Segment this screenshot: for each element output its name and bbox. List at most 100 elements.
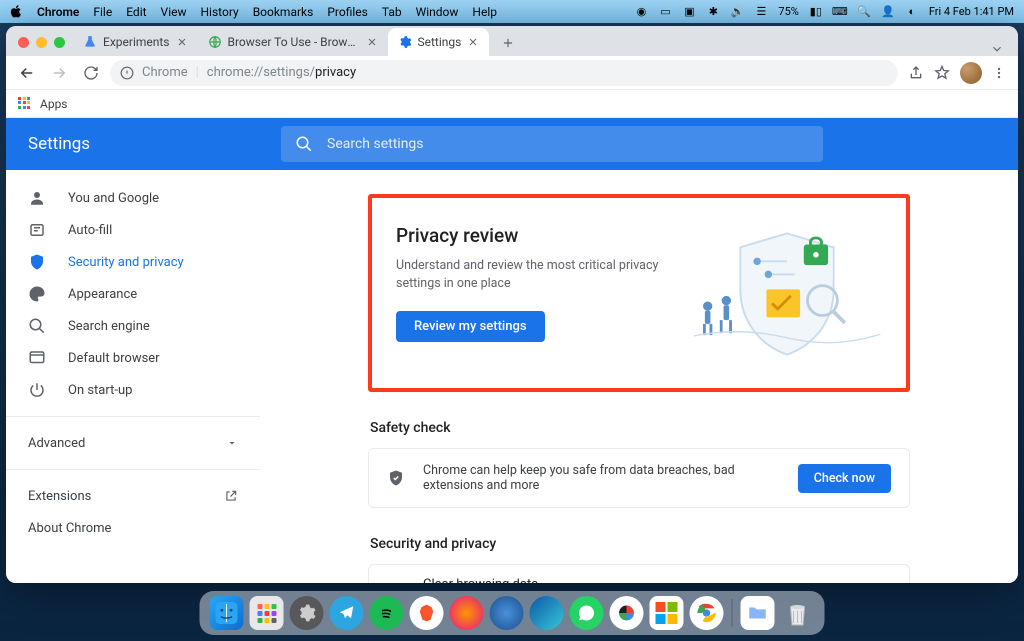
airdrop-icon[interactable]: ◉ [634,5,648,19]
sidebar-advanced[interactable]: Advanced [6,427,260,459]
menu-bookmarks[interactable]: Bookmarks [253,5,314,19]
sidebar-item-default-browser[interactable]: Default browser [6,342,260,374]
review-settings-button[interactable]: Review my settings [396,311,545,342]
autofill-icon [28,221,46,239]
minimize-window-button[interactable] [36,37,47,48]
search-icon [295,135,313,153]
reload-button[interactable] [78,60,104,86]
maximize-window-button[interactable] [54,37,65,48]
profile-avatar[interactable] [960,62,982,84]
back-button[interactable] [14,60,40,86]
close-tab-icon[interactable] [366,36,378,48]
settings-page: Settings You and Google [6,118,1018,583]
sidebar-item-search-engine[interactable]: Search engine [6,310,260,342]
page-title: Settings [6,134,281,154]
globe-icon [208,35,222,49]
screen-mirror-icon[interactable]: ▣ [682,5,696,19]
menu-help[interactable]: Help [472,5,497,19]
dock-launchpad[interactable] [250,596,284,630]
gear-icon [398,35,412,49]
tab-overflow-button[interactable] [990,42,1010,56]
apple-menu-icon[interactable] [10,5,23,18]
siri-icon[interactable]: ◐ [905,5,919,19]
dock-spotify[interactable] [370,596,404,630]
tab-label: Settings [418,35,462,49]
apps-label[interactable]: Apps [40,97,68,111]
new-tab-button[interactable] [495,30,521,56]
sidebar-item-on-startup[interactable]: On start-up [6,374,260,406]
menu-tab[interactable]: Tab [382,5,402,19]
battery-icon[interactable]: ▮▯ [809,5,823,19]
sidebar-about-chrome[interactable]: About Chrome [6,512,260,544]
display-icon[interactable]: ▭ [658,5,672,19]
privacy-review-title: Privacy review [396,224,692,247]
dock-finder[interactable] [210,596,244,630]
dock-brave[interactable] [410,596,444,630]
keyboard-icon[interactable]: ⌨ [833,5,847,19]
sidebar-item-autofill[interactable]: Auto-fill [6,214,260,246]
menu-history[interactable]: History [201,5,239,19]
users-icon[interactable]: 👤 [881,5,895,19]
browser-icon [28,349,46,367]
menu-window[interactable]: Window [416,5,459,19]
dock-chrome[interactable] [690,596,724,630]
dock-app-generic[interactable] [610,596,644,630]
search-input[interactable] [327,136,809,152]
dock-edge[interactable] [530,596,564,630]
volume-icon[interactable]: 🔊 [730,5,744,19]
bookmark-star-icon[interactable] [934,65,950,81]
close-window-button[interactable] [18,37,29,48]
sidebar-item-label: Security and privacy [68,255,184,270]
privacy-review-card: Privacy review Understand and review the… [368,194,910,392]
tab-settings[interactable]: Settings [388,28,490,56]
person-icon [28,189,46,207]
dock-microsoft[interactable] [650,596,684,630]
settings-search[interactable] [281,126,823,162]
sidebar-about-label: About Chrome [28,521,111,536]
apps-grid-icon[interactable] [18,97,32,111]
clear-data-title: Clear browsing data [423,577,627,583]
sidebar-divider [6,416,260,417]
dock-telegram[interactable] [330,596,364,630]
sidebar-extensions[interactable]: Extensions [6,480,260,512]
bluetooth-icon[interactable]: ✱ [706,5,720,19]
sidebar-item-you-and-google[interactable]: You and Google [6,182,260,214]
tab-browser-tips[interactable]: Browser To Use - Browser Tips [198,28,388,56]
address-bar[interactable]: Chrome | chrome://settings/privacy [110,60,898,86]
sidebar-item-security-privacy[interactable]: Security and privacy [6,246,260,278]
privacy-illustration [692,224,882,364]
app-name[interactable]: Chrome [37,5,79,19]
close-tab-icon[interactable] [176,36,188,48]
dock-firefox[interactable] [450,596,484,630]
menu-edit[interactable]: Edit [126,5,146,19]
menu-profiles[interactable]: Profiles [327,5,368,19]
datetime[interactable]: Fri 4 Feb 1:41 PM [929,5,1014,18]
dock-firefox-dev[interactable] [490,596,524,630]
check-now-button[interactable]: Check now [798,464,891,493]
url-path: privacy [315,65,356,80]
macos-menubar: Chrome File Edit View History Bookmarks … [0,0,1024,23]
dock-settings[interactable] [290,596,324,630]
settings-main: Privacy review Understand and review the… [260,170,1018,583]
close-tab-icon[interactable] [467,36,479,48]
tab-experiments[interactable]: Experiments [73,28,198,56]
clear-browsing-data-row[interactable]: Clear browsing data Clear history, cooki… [369,565,909,583]
control-center-icon[interactable]: ☰ [754,5,768,19]
dock-whatsapp[interactable] [570,596,604,630]
bookmarks-bar: Apps [6,90,1018,118]
dock-folder[interactable] [741,596,775,630]
forward-button[interactable] [46,60,72,86]
dock-trash[interactable] [781,596,815,630]
search-icon [28,317,46,335]
menu-view[interactable]: View [161,5,187,19]
power-icon [28,381,46,399]
share-icon[interactable] [908,65,924,81]
site-info-icon[interactable] [120,66,134,80]
kebab-menu-icon[interactable] [992,66,1006,80]
safety-check-card: Chrome can help keep you safe from data … [368,448,910,508]
palette-icon [28,285,46,303]
sidebar-item-appearance[interactable]: Appearance [6,278,260,310]
url-prefix: chrome://settings/ [207,65,315,80]
menu-file[interactable]: File [93,5,112,19]
spotlight-icon[interactable]: 🔍 [857,5,871,19]
